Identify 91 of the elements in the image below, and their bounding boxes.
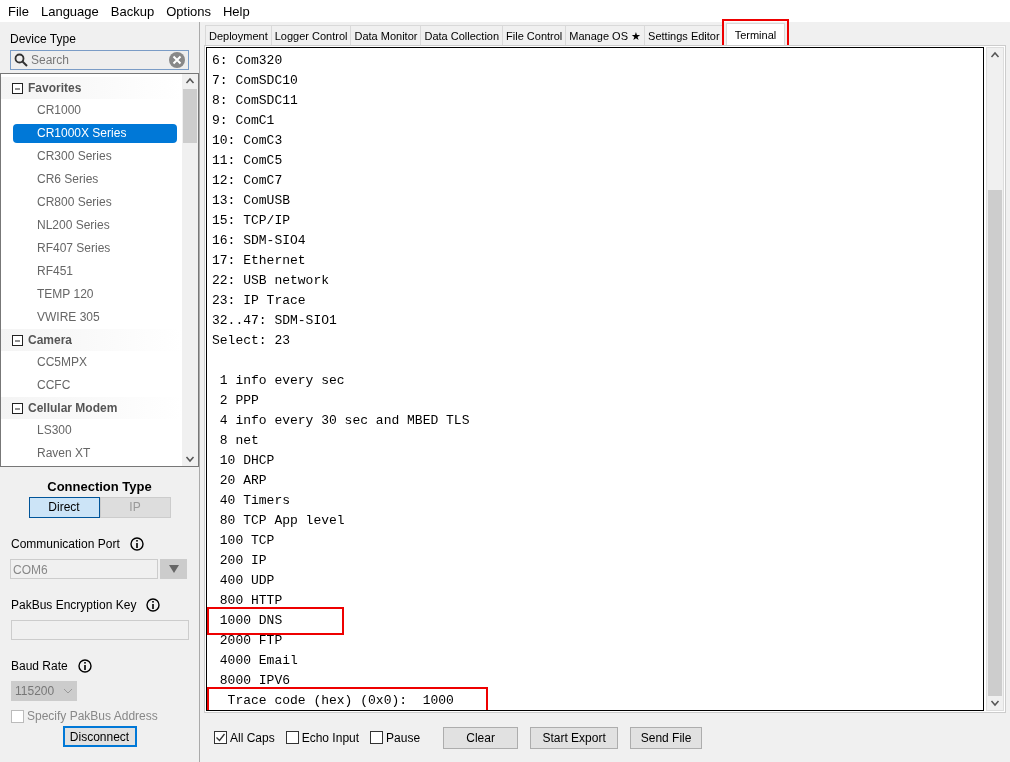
scrollbar[interactable]	[986, 47, 1004, 711]
action-button[interactable]: Start Export	[530, 726, 619, 749]
checkbox[interactable]	[214, 731, 227, 744]
search-input[interactable]: Search	[31, 53, 166, 67]
collapse-icon[interactable]	[12, 402, 23, 414]
terminal-line: 1 info every sec	[218, 372, 345, 390]
checkbox[interactable]	[285, 731, 299, 744]
tree-item[interactable]: RF451	[13, 262, 177, 281]
field-label: PakBus Encryption Key	[11, 598, 137, 612]
tree-item[interactable]: CR6 Series	[13, 170, 177, 189]
disconnect-button[interactable]: Disconnect	[62, 726, 137, 747]
scroll-thumb[interactable]	[988, 190, 1002, 696]
terminal-line: 1000 DNS	[209, 609, 343, 633]
terminal-line: 8 net	[218, 432, 259, 450]
terminal-line: 8: ComSDC11	[212, 92, 298, 110]
terminal-line: 9: ComC1	[212, 112, 275, 130]
menu-item[interactable]: Options	[160, 3, 217, 19]
tree-item[interactable]: CR1000	[13, 101, 177, 120]
scroll-thumb[interactable]	[183, 89, 197, 143]
info-icon[interactable]	[77, 659, 92, 673]
tree-item[interactable]: CR800 Series	[13, 193, 177, 212]
checkbox[interactable]	[370, 731, 384, 744]
terminal-line: 40 Timers	[218, 492, 290, 510]
tree-item[interactable]: CC5MPX	[13, 353, 177, 372]
field-label: Communication Port	[11, 537, 120, 551]
terminal-line: 23: IP Trace	[212, 292, 306, 310]
scrollbar[interactable]	[182, 74, 198, 466]
tree-item[interactable]: CR1000X Series	[13, 124, 177, 143]
action-button[interactable]: Clear	[443, 726, 519, 749]
tree-item[interactable]: CCFC	[13, 376, 177, 395]
terminal-line: 4 info every 30 sec and MBED TLS	[218, 412, 470, 430]
checkbox-label[interactable]: Pause	[386, 730, 421, 745]
terminal-line: 13: ComUSB	[212, 192, 290, 210]
tree-item[interactable]: VWIRE 305	[13, 308, 177, 327]
menu-item[interactable]: Backup	[104, 3, 161, 19]
terminal-line: Select: 23	[212, 332, 290, 350]
terminal-line: 4000 Email	[218, 652, 298, 670]
tree-item[interactable]: Raven XT	[13, 444, 177, 463]
dropdown-button[interactable]	[160, 559, 187, 579]
tree-item[interactable]: NL200 Series	[13, 216, 177, 235]
menu-item[interactable]: Language	[34, 3, 105, 19]
terminal-line: 2000 FTP	[218, 632, 283, 650]
tree-group-label[interactable]: Camera	[28, 333, 73, 347]
terminal-line: 800 HTTP	[218, 592, 283, 610]
terminal-line: 200 IP	[218, 552, 267, 570]
tree-item[interactable]: RF407 Series	[13, 239, 177, 258]
action-button[interactable]: Send File	[630, 726, 703, 749]
terminal-line: 80 TCP App level	[218, 512, 345, 530]
section-title: Connection Type	[46, 479, 153, 494]
terminal-line: 2 PPP	[218, 392, 259, 410]
terminal-line: 7: ComSDC10	[212, 72, 298, 90]
checkbox-label[interactable]: All Caps	[230, 730, 275, 745]
tree-item[interactable]: CR300 Series	[13, 147, 177, 166]
checkbox-label: Specify PakBus Address	[27, 709, 158, 723]
terminal-line: 32..47: SDM-SIO1	[212, 312, 337, 330]
terminal-line: 20 ARP	[218, 472, 267, 490]
info-icon[interactable]	[129, 537, 144, 551]
terminal-line: 400 UDP	[218, 572, 275, 590]
search-field[interactable]: Search	[10, 50, 189, 70]
terminal-line: 22: USB network	[212, 272, 330, 290]
terminal-line: 16: SDM-SIO4	[212, 232, 306, 250]
tab[interactable]: Logger Control	[270, 25, 352, 45]
menu-item[interactable]: File	[2, 3, 35, 19]
info-icon[interactable]	[146, 598, 161, 612]
tab[interactable]: Manage OS ★	[565, 25, 646, 45]
terminal-line: 12: ComC7	[212, 172, 283, 190]
terminal-line: 17: Ethernet	[212, 252, 306, 270]
tree-group-label[interactable]: Favorites	[28, 81, 82, 95]
terminal-line: 100 TCP	[218, 532, 275, 550]
terminal-line: 11: ComC5	[212, 152, 283, 170]
dropdown-arrow-icon[interactable]	[168, 565, 179, 573]
field-label: Baud Rate	[11, 659, 68, 673]
input-field[interactable]	[11, 620, 189, 640]
field-label: Device Type	[9, 31, 77, 46]
menu-item[interactable]: Help	[217, 3, 256, 19]
tab[interactable]: Deployment	[205, 25, 272, 45]
tree-item[interactable]: TEMP 120	[13, 285, 177, 304]
terminal-line: 10: ComC3	[212, 132, 283, 150]
terminal-line: 10 DHCP	[218, 452, 275, 470]
clear-icon[interactable]	[169, 52, 185, 68]
terminal-line: Trace code (hex) (0x0): 1000	[209, 689, 486, 710]
checkbox-label[interactable]: Echo Input	[301, 730, 360, 745]
terminal-line: 6: Com320	[212, 52, 283, 70]
search-icon	[14, 53, 28, 67]
terminal-line: 8000 IPV6	[218, 672, 290, 690]
collapse-icon[interactable]	[12, 82, 23, 94]
tab[interactable]: Settings Editor	[644, 25, 724, 45]
collapse-icon[interactable]	[12, 334, 23, 346]
toggle-button[interactable]: Direct	[28, 497, 100, 518]
tree-item[interactable]: LS300	[13, 421, 177, 440]
terminal-line: 15: TCP/IP	[212, 212, 290, 230]
